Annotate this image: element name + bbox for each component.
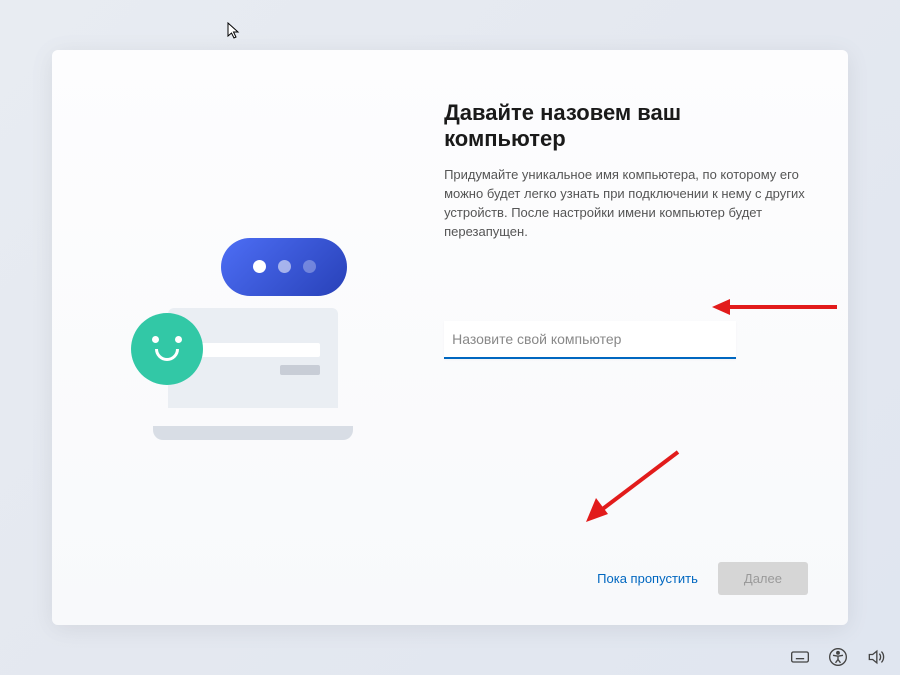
pc-name-illustration	[123, 238, 363, 438]
form-pane: Давайте назовем ваш компьютер Придумайте…	[434, 50, 848, 625]
illustration-pane	[52, 50, 434, 625]
page-description: Придумайте уникальное имя компьютера, по…	[444, 166, 808, 241]
keyboard-icon[interactable]	[790, 647, 810, 667]
system-tray	[790, 647, 886, 667]
skip-button[interactable]: Пока пропустить	[597, 571, 698, 586]
annotation-arrow-icon	[578, 440, 688, 530]
page-title: Давайте назовем ваш компьютер	[444, 100, 808, 152]
volume-icon[interactable]	[866, 647, 886, 667]
annotation-arrow-icon	[712, 292, 842, 322]
smile-face-icon	[131, 313, 203, 385]
accessibility-icon[interactable]	[828, 647, 848, 667]
cursor-icon	[227, 22, 241, 40]
oobe-window: Давайте назовем ваш компьютер Придумайте…	[52, 50, 848, 625]
pc-name-input[interactable]	[444, 321, 736, 359]
chat-bubble-icon	[221, 238, 347, 296]
next-button[interactable]: Далее	[718, 562, 808, 595]
